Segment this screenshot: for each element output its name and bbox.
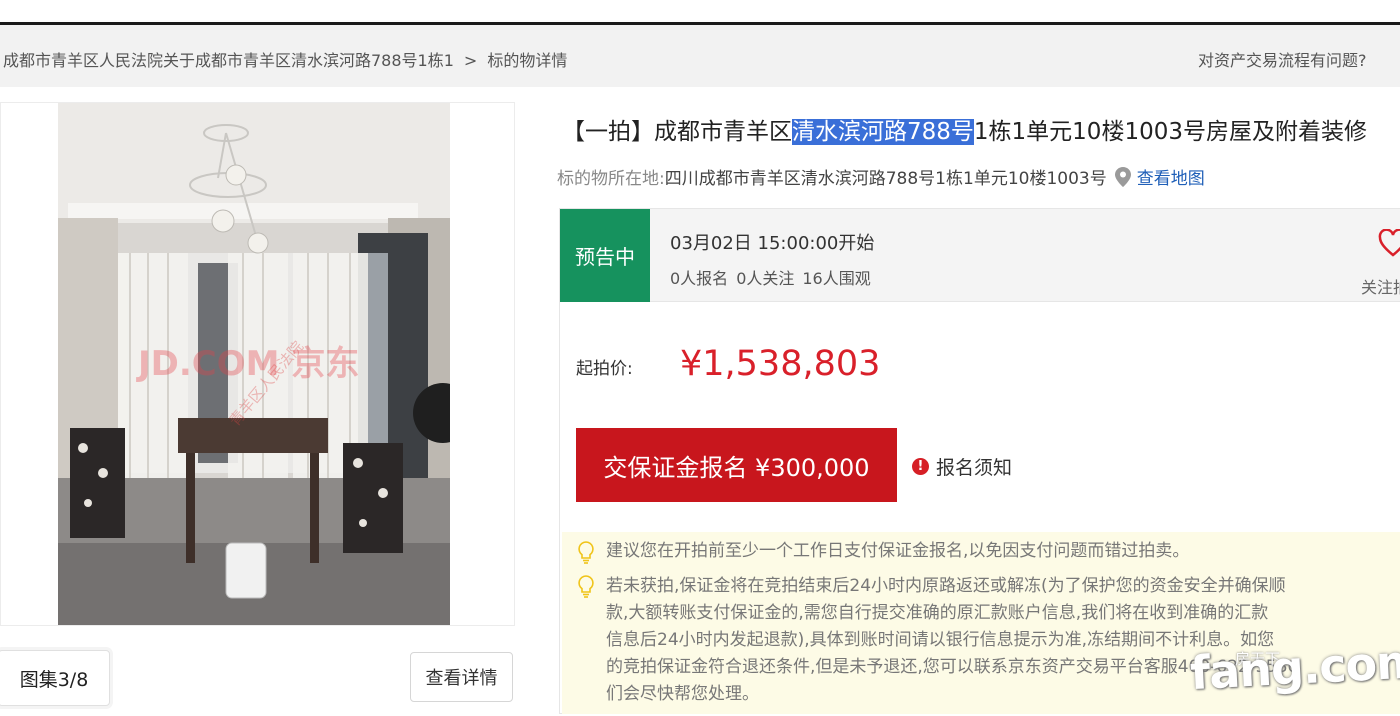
- registration-notice-label: 报名须知: [936, 457, 1013, 479]
- tip-refund-line: 若未获拍,保证金将在竞拍结束后24小时内原路返还或解冻(为了保护您的资金安全并确…: [606, 576, 1286, 596]
- tip-payment-timing: 建议您在开拍前至少一个工作日支付保证金报名,以免因支付问题而错过拍卖。: [606, 541, 1190, 561]
- auction-status-panel: 预告中 03月02日 15:00:00开始 0人报名 0人关注 16人围观 关注拍: [559, 208, 1400, 302]
- breadcrumb-separator: >: [463, 51, 478, 70]
- view-details-button[interactable]: 查看详情: [410, 652, 513, 702]
- starting-price-label: 起拍价:: [576, 359, 633, 379]
- lightbulb-icon: [577, 540, 595, 568]
- map-pin-icon: [1114, 166, 1131, 187]
- breadcrumb-parent-link[interactable]: 成都市青羊区人民法院关于成都市青羊区清水滨河路788号1栋1: [3, 51, 454, 70]
- status-badge: 预告中: [560, 209, 650, 302]
- follow-label[interactable]: 关注拍: [1361, 274, 1400, 298]
- location-label: 标的物所在地:: [557, 169, 665, 189]
- alert-icon: !: [912, 458, 929, 475]
- registration-notice-link[interactable]: ! 报名须知: [912, 453, 1012, 480]
- title-highlight: 清水滨河路788号: [792, 119, 974, 145]
- location-address: 四川成都市青羊区清水滨河路788号1栋1单元10楼1003号: [664, 169, 1107, 189]
- heart-icon[interactable]: [1378, 228, 1400, 261]
- view-map-link[interactable]: 查看地图: [1137, 164, 1205, 189]
- listing-title: 【一拍】成都市青羊区清水滨河路788号1栋1单元10楼1003号房屋及附着装修: [562, 112, 1367, 146]
- fang-watermark-logo: fang.com: [1188, 633, 1400, 701]
- auction-stats: 0人报名 0人关注 16人围观: [670, 265, 879, 289]
- pay-deposit-button[interactable]: 交保证金报名 ¥300,000: [576, 428, 897, 502]
- start-time: 03月02日 15:00:00开始: [670, 233, 875, 254]
- registered-count: 0人报名: [670, 269, 729, 288]
- watcher-count: 16人围观: [802, 269, 871, 288]
- starting-price-value: ¥1,538,803: [680, 344, 881, 384]
- title-prefix: 【一拍】成都市青羊区: [562, 119, 792, 145]
- title-suffix: 1栋1单元10楼1003号房屋及附着装修: [973, 119, 1367, 145]
- tip-refund-line: 款,大额转账支付保证金的,需您自行提交准确的原汇款账户信息,我们将在收到准确的汇…: [606, 603, 1269, 623]
- location-row: 标的物所在地: 四川成都市青羊区清水滨河路788号1栋1单元10楼1003号 查…: [557, 164, 1205, 189]
- breadcrumb-current: 标的物详情: [487, 51, 568, 70]
- help-link[interactable]: 对资产交易流程有问题?: [1198, 47, 1367, 71]
- photo-watermark: JD.COM 京东: [136, 344, 359, 384]
- lightbulb-icon: [577, 574, 595, 602]
- property-photo[interactable]: JD.COM 京东 青羊区人民法院: [58, 103, 450, 625]
- photo-frame: JD.COM 京东 青羊区人民法院: [0, 102, 515, 626]
- breadcrumb: 成都市青羊区人民法院关于成都市青羊区清水滨河路788号1栋1 > 标的物详情: [3, 47, 567, 71]
- gallery-counter-button[interactable]: 图集3/8: [0, 650, 110, 706]
- follower-count: 0人关注: [736, 269, 795, 288]
